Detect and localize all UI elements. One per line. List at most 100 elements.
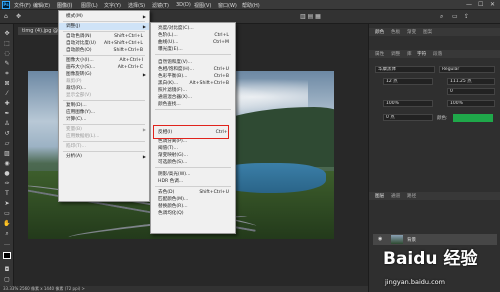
lasso-tool-icon[interactable]: ◌	[3, 50, 11, 57]
menu-file[interactable]: 文件(F)	[14, 2, 31, 9]
share-icon[interactable]: ⇪	[464, 13, 469, 20]
menu-item-selective-color[interactable]: 可选颜色(S)...	[151, 159, 235, 166]
minimize-button[interactable]: —	[466, 1, 472, 8]
tab-swatches[interactable]: 色板	[391, 29, 400, 35]
menu-item-match-color[interactable]: 匹配颜色(M)...	[151, 196, 235, 203]
menu-item-adjustments[interactable]: 调整(J) ▶	[59, 23, 149, 30]
menu-edit[interactable]: 编辑(E)	[33, 2, 50, 9]
menu-image[interactable]: 图像(I)	[57, 2, 73, 9]
tab-adjustments[interactable]: 调整	[391, 51, 400, 57]
gradient-tool-icon[interactable]: ▨	[3, 150, 11, 157]
menu-item-posterize[interactable]: 色调分离(P)...	[151, 138, 235, 145]
menu-item-exposure[interactable]: 曝光度(E)...	[151, 46, 235, 53]
menu-item-apply-image[interactable]: 应用图像(Y)...	[59, 109, 149, 116]
menu-item-auto-contrast[interactable]: 自动对比度(U) Alt+Shift+Ctrl+L	[59, 40, 149, 47]
dodge-tool-icon[interactable]: ●	[3, 170, 11, 177]
tab-patterns[interactable]: 图案	[423, 29, 432, 35]
menu-item-gradient-map[interactable]: 渐变映射(G)...	[151, 152, 235, 159]
healing-brush-icon[interactable]: ✚	[3, 100, 11, 107]
eraser-tool-icon[interactable]: ▱	[3, 140, 11, 147]
menu-type[interactable]: 文字(Y)	[104, 2, 121, 9]
marquee-tool-icon[interactable]: ⬚	[3, 40, 11, 47]
menu-item-brightness-contrast[interactable]: 亮度/对比度(C)...	[151, 25, 235, 32]
menu-item-photo-filter[interactable]: 照片滤镜(F)...	[151, 87, 235, 94]
menu-item-black-white[interactable]: 黑白(K)... Alt+Shift+Ctrl+B	[151, 80, 235, 87]
type-tool-icon[interactable]: T	[3, 190, 11, 197]
menu-item-mode[interactable]: 模式(M) ▶	[59, 13, 149, 20]
menu-layer[interactable]: 图层(L)	[81, 2, 98, 9]
menu-item-color-balance[interactable]: 色彩平衡(B)... Ctrl+B	[151, 73, 235, 80]
font-size-field[interactable]: 12 点	[383, 78, 433, 85]
menu-window[interactable]: 窗口(W)	[218, 2, 237, 9]
eyedropper-icon[interactable]: ⁄	[3, 90, 11, 97]
close-window-button[interactable]: ✕	[490, 1, 495, 8]
home-icon[interactable]: ⌂	[4, 13, 8, 20]
tab-gradients[interactable]: 渐变	[407, 29, 416, 35]
menu-item-channel-mixer[interactable]: 通道混合器(X)...	[151, 94, 235, 101]
menu-item-canvas-size[interactable]: 画布大小(S)... Alt+Ctrl+C	[59, 64, 149, 71]
leading-field[interactable]: 111.25 点	[447, 78, 495, 85]
stamp-tool-icon[interactable]: ♙	[3, 120, 11, 127]
history-brush-icon[interactable]: ↺	[3, 130, 11, 137]
tracking-field[interactable]: 0	[447, 88, 495, 95]
screen-mode-icon[interactable]: ▢	[3, 276, 11, 283]
tab-paragraph[interactable]: 段落	[433, 51, 442, 57]
blur-tool-icon[interactable]: ◉	[3, 160, 11, 167]
menu-item-analysis[interactable]: 分析(A) ▶	[59, 153, 149, 160]
menu-item-threshold[interactable]: 阈值(T)...	[151, 145, 235, 152]
menu-item-shadows-highlights[interactable]: 阴影/高光(W)...	[151, 171, 235, 178]
menu-view[interactable]: 视图(V)	[194, 2, 211, 9]
menu-item-auto-tone[interactable]: 自动色调(N) Shift+Ctrl+L	[59, 33, 149, 40]
text-color-swatch[interactable]	[453, 114, 493, 122]
zoom-tool-icon[interactable]: ⌕	[3, 230, 11, 237]
more-tools-icon[interactable]: …	[3, 240, 11, 247]
menu-filter[interactable]: 滤镜(T)	[152, 2, 169, 9]
crop-tool-icon[interactable]: ⌗	[3, 70, 11, 77]
tab-channels[interactable]: 通道	[391, 193, 400, 199]
tab-color[interactable]: 颜色	[375, 29, 384, 35]
menu-item-auto-color[interactable]: 自动颜色(O) Shift+Ctrl+B	[59, 47, 149, 54]
menu-item-equalize[interactable]: 色调均化(Q)	[151, 210, 235, 217]
tab-layers[interactable]: 图层	[375, 193, 384, 199]
menu-item-duplicate[interactable]: 复制(D)...	[59, 102, 149, 109]
tab-properties[interactable]: 属性	[375, 51, 384, 57]
menu-item-image-rotation[interactable]: 图像旋转(G) ▶	[59, 71, 149, 78]
font-family-field[interactable]: 华康黑体	[375, 66, 435, 73]
move-tool-icon[interactable]: ✥	[16, 13, 21, 20]
menu-item-curves[interactable]: 曲线(U)... Ctrl+M	[151, 39, 235, 46]
menu-item-vibrance[interactable]: 自然饱和度(V)...	[151, 59, 235, 66]
align-icons[interactable]: ▥ ▤ ▦	[300, 13, 321, 20]
menu-item-trim[interactable]: 裁切(R)...	[59, 85, 149, 92]
move-tool-icon[interactable]: ✥	[3, 30, 11, 37]
tab-character[interactable]: 字符	[417, 51, 426, 57]
menu-item-replace-color[interactable]: 替换颜色(R)...	[151, 203, 235, 210]
quick-select-icon[interactable]: ✎	[3, 60, 11, 67]
vertical-scale-field[interactable]: 100%	[383, 100, 433, 107]
hand-tool-icon[interactable]: ✋	[3, 220, 11, 227]
eye-icon[interactable]: ◉	[378, 236, 382, 242]
font-style-field[interactable]: Regular	[439, 66, 495, 73]
tab-libraries[interactable]: 库	[407, 51, 412, 57]
menu-item-image-size[interactable]: 图像大小(I)... Alt+Ctrl+I	[59, 57, 149, 64]
workspace-icon[interactable]: ▭	[452, 13, 458, 20]
pen-tool-icon[interactable]: ✑	[3, 180, 11, 187]
foreground-color-swatch[interactable]	[3, 252, 11, 259]
brush-tool-icon[interactable]: ✒	[3, 110, 11, 117]
menu-help[interactable]: 帮助(H)	[242, 2, 260, 9]
menu-item-calculations[interactable]: 计算(C)...	[59, 116, 149, 123]
menu-item-color-lookup[interactable]: 颜色查找...	[151, 101, 235, 108]
baseline-shift-field[interactable]: 0 点	[383, 114, 433, 121]
path-select-icon[interactable]: ➤	[3, 200, 11, 207]
menu-3d[interactable]: 3D(D)	[176, 2, 191, 8]
shape-tool-icon[interactable]: ▭	[3, 210, 11, 217]
frame-tool-icon[interactable]: ⊠	[3, 80, 11, 87]
horizontal-scale-field[interactable]: 100%	[447, 100, 495, 107]
tab-paths[interactable]: 路径	[407, 193, 416, 199]
menu-item-levels[interactable]: 色阶(L)... Ctrl+L	[151, 32, 235, 39]
maximize-button[interactable]: ☐	[478, 1, 483, 8]
menu-select[interactable]: 选择(S)	[128, 2, 145, 9]
menu-item-hue-saturation[interactable]: 色相/饱和度(H)... Ctrl+U	[151, 66, 235, 73]
menu-item-desaturate[interactable]: 去色(D) Shift+Ctrl+U	[151, 189, 235, 196]
quick-mask-icon[interactable]: ◘	[3, 266, 11, 273]
search-icon[interactable]: ⌕	[440, 13, 443, 21]
